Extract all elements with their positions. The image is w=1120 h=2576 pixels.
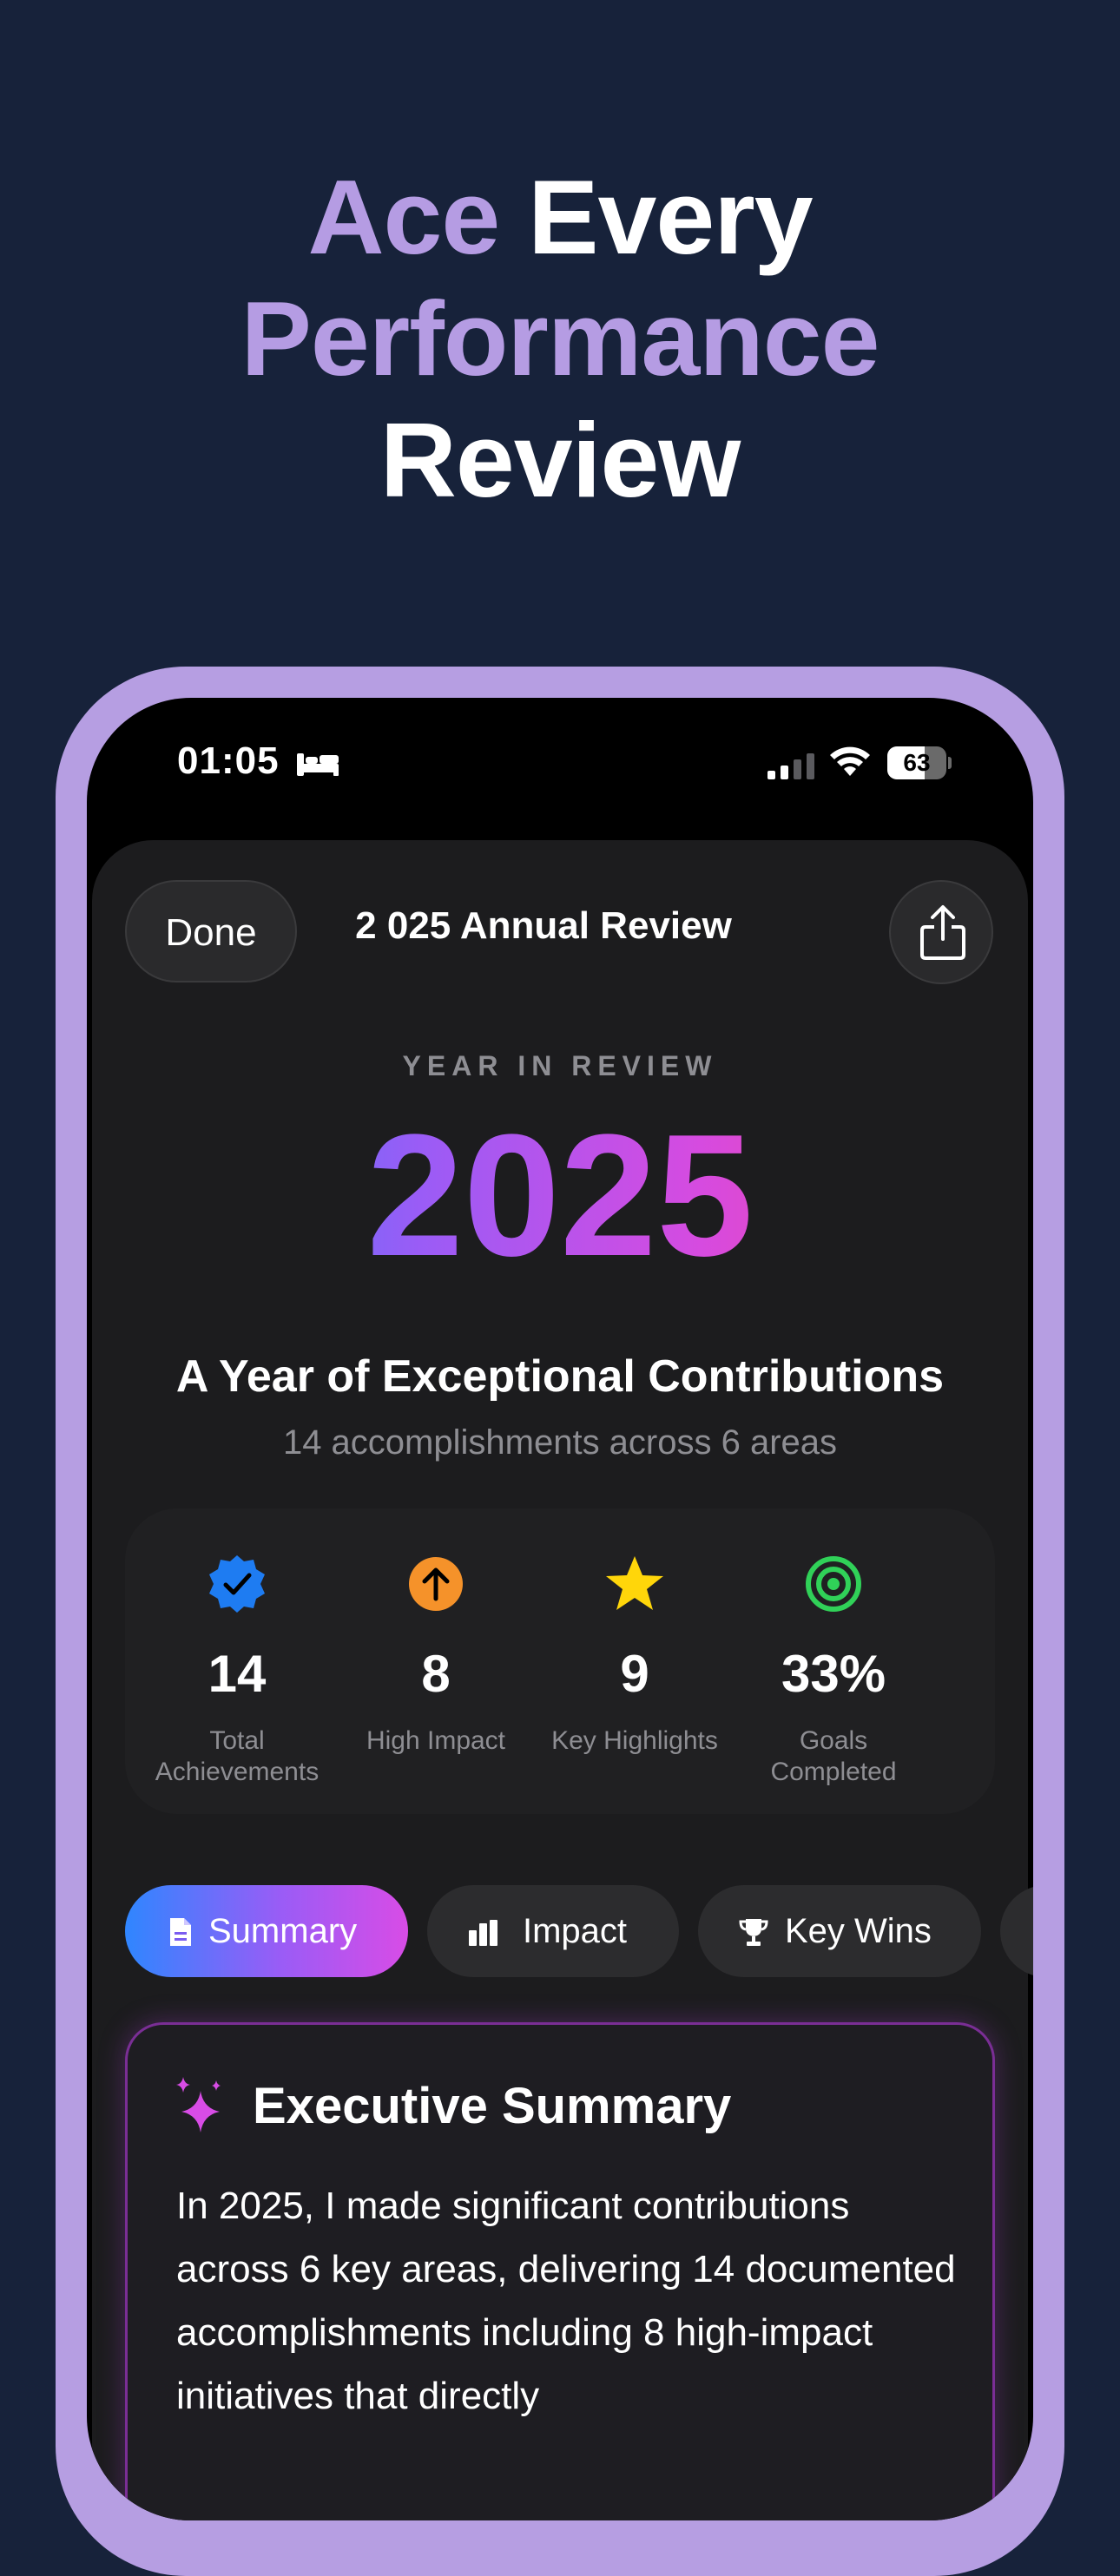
verified-badge-icon [209,1555,265,1613]
stat-goals-completed: 33% Goals Completed [734,1508,933,1814]
stat-label: Goals Completed [770,1726,897,1786]
stat-key-highlights: 9 Key Highlights [535,1508,735,1814]
battery-body: 63 [887,746,946,779]
tab-impact[interactable]: Impact [427,1885,679,1977]
year-in-review-label: YEAR IN REVIEW [402,1050,718,1081]
battery-icon: 63 [887,746,952,779]
summary-title: Executive Summary [253,2078,732,2134]
trophy-icon [739,1919,768,1946]
share-button[interactable] [889,880,993,984]
star-icon [606,1556,663,1610]
review-sheet: Done 2 025 Annual Review YEAR IN REVIEW … [92,840,1033,2520]
stat-value: 14 [208,1645,267,1703]
review-subline: 14 accomplishments across 6 areas [282,1423,838,1462]
cellular-signal-icon [768,753,814,779]
battery-percentage: 63 [903,749,931,776]
share-icon [920,905,965,960]
document-icon [170,1918,191,1946]
headline-line-3: Review [379,401,741,519]
tab-overflow[interactable] [1000,1885,1033,1977]
nav-title: 2 025 Annual Review [355,904,732,947]
bed-icon [297,753,339,776]
stat-label: Total Achievements [155,1726,320,1786]
tab-key-wins[interactable]: Key Wins [698,1885,981,1977]
year-display: 2025 [92,1101,1028,1291]
bar-chart-icon [469,1920,497,1946]
headline-line-2: Performance [240,279,880,398]
headline-word-every: Every [528,158,813,276]
headline-word-ace: Ace [307,158,500,276]
stat-value: 9 [620,1645,649,1703]
headline-line-1: Ace Every [0,156,1120,278]
stats-card: 14 Total Achievements 8 High Impact 9 Ke… [125,1508,995,1814]
wifi-icon [830,746,870,776]
summary-body: In 2025, I made significant contribution… [176,2185,956,2417]
sparkles-icon [176,2077,221,2132]
marketing-headline: Ace Every Performance Review [0,156,1120,521]
target-icon [806,1556,861,1612]
arrow-up-circle-icon [409,1557,463,1611]
stat-label: Key Highlights [551,1726,718,1755]
stat-value: 33% [781,1645,886,1703]
stat-label: High Impact [366,1726,506,1755]
battery-nub [948,757,952,769]
review-headline: A Year of Exceptional Contributions [175,1351,945,1402]
phone-screen: 01:05 63 Done 2 025 Annual Review YEAR I… [87,698,1033,2520]
stat-high-impact: 8 High Impact [336,1508,536,1814]
tab-summary[interactable]: Summary [125,1885,408,1977]
tab-label: Impact [523,1912,628,1950]
stat-total-achievements: 14 Total Achievements [137,1508,337,1814]
tab-label: Summary [208,1912,358,1950]
stat-value: 8 [421,1645,451,1703]
executive-summary-card: Executive Summary In 2025, I made signif… [125,2022,995,2520]
tab-label: Key Wins [785,1912,932,1950]
status-time: 01:05 [177,739,280,782]
done-button[interactable]: Done [125,880,297,982]
